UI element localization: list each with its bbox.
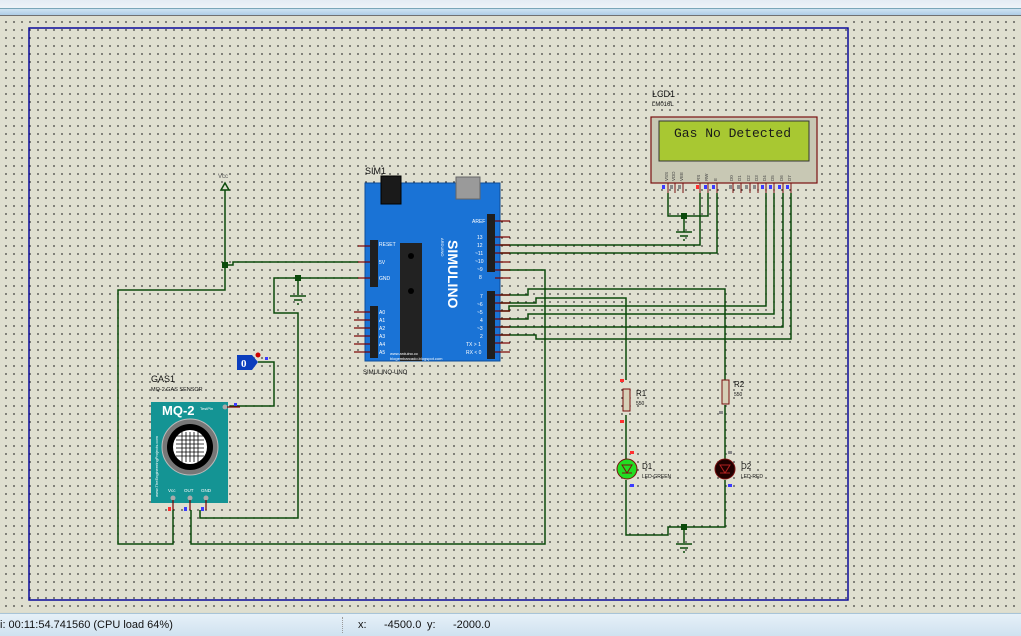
svg-text:~3: ~3	[477, 326, 483, 332]
svg-text:A2: A2	[379, 326, 385, 332]
svg-text:D1: D1	[737, 175, 742, 181]
toolbar-strip	[0, 9, 1021, 16]
svg-text:~5: ~5	[477, 310, 483, 316]
y-coord-value: -2000.0	[453, 619, 491, 631]
svg-text:GND: GND	[379, 276, 391, 282]
arduino-simulino-uno[interactable]: SIM1 SIMULINO ARDUINO RESET 5V GND A0 A1…	[354, 166, 510, 376]
lcd-ref: LCD1	[652, 89, 675, 99]
lcd-part: LM016L	[652, 102, 674, 108]
gas-title: MQ-2	[162, 403, 195, 418]
svg-text:D3: D3	[754, 175, 759, 181]
arduino-ref: SIM1	[365, 166, 386, 176]
svg-text:R2: R2	[734, 380, 745, 389]
gas-part: MQ-2 GAS SENSOR	[151, 387, 203, 393]
svg-text:D6: D6	[779, 175, 784, 181]
svg-text:~6: ~6	[477, 302, 483, 308]
svg-text:~10: ~10	[475, 259, 484, 265]
svg-text:TX > 1: TX > 1	[466, 342, 481, 348]
status-separator	[342, 617, 345, 633]
arduino-part: SIMULINO-UNO	[363, 370, 408, 376]
x-coord-label: x:	[358, 619, 367, 631]
svg-text:E: E	[713, 178, 718, 181]
svg-text:LED-GREEN: LED-GREEN	[642, 474, 672, 480]
svg-text:OUT: OUT	[184, 488, 194, 493]
resistor-r2[interactable]: R2 550	[719, 379, 745, 414]
svg-text:D5: D5	[770, 175, 775, 181]
status-bar: i: 00:11:54.741560 (CPU load 64%) x: -45…	[0, 613, 1021, 636]
svg-text:TestPin: TestPin	[200, 406, 213, 411]
svg-text:D4: D4	[762, 175, 767, 181]
logic-state-value: 0	[241, 358, 247, 370]
svg-text:R1: R1	[636, 389, 647, 398]
svg-text:~11: ~11	[475, 251, 483, 257]
svg-text:D2: D2	[741, 462, 752, 471]
svg-text:AREF: AREF	[472, 219, 485, 225]
usb-port	[455, 176, 481, 200]
svg-text:A4: A4	[379, 342, 385, 348]
svg-text:D1: D1	[642, 462, 653, 471]
svg-text:550: 550	[636, 401, 645, 407]
gas-sensor-mq2[interactable]: GAS1 MQ-2 GAS SENSOR MQ-2 TestPin www.Th…	[151, 374, 240, 511]
svg-text:2: 2	[480, 334, 483, 340]
svg-text:A0: A0	[379, 310, 385, 316]
svg-text:550: 550	[734, 392, 743, 398]
gas-ref: GAS1	[151, 374, 175, 384]
svg-text:LED-RED: LED-RED	[741, 474, 763, 480]
svg-text:A1: A1	[379, 318, 385, 324]
svg-text:VEE: VEE	[679, 172, 684, 181]
svg-text:Vcc: Vcc	[168, 488, 176, 493]
svg-text:blogembarcado.blogspot.com: blogembarcado.blogspot.com	[390, 356, 443, 361]
svg-text:A5: A5	[379, 350, 385, 356]
svg-text:A3: A3	[379, 334, 385, 340]
svg-text:5V: 5V	[379, 260, 386, 266]
schematic-canvas[interactable]: Vcc LCD1 LM016L Gas No Detected VSS VDD …	[0, 16, 1021, 612]
svg-text:VDD: VDD	[671, 171, 676, 181]
y-coord-label: y:	[427, 619, 436, 631]
resistor-r1[interactable]: R1 550	[620, 379, 647, 423]
svg-text:RS: RS	[696, 175, 701, 181]
led-d2-red[interactable]: D2 LED-RED	[714, 451, 763, 487]
lcd-display[interactable]: LCD1 LM016L Gas No Detected VSS VDD VEE …	[650, 89, 818, 193]
vcc-terminal[interactable]: Vcc	[218, 174, 231, 191]
led-d1-green[interactable]: D1 LED-GREEN	[616, 451, 672, 487]
svg-text:VSS: VSS	[664, 172, 669, 181]
atmega-chip	[400, 243, 422, 361]
svg-text:RW: RW	[704, 173, 709, 181]
svg-text:8: 8	[479, 275, 482, 281]
svg-text:www.TheEngineeringProjects.com: www.TheEngineeringProjects.com	[154, 435, 159, 497]
svg-text:ARDUINO: ARDUINO	[440, 238, 445, 256]
svg-text:7: 7	[480, 294, 483, 300]
svg-text:RESET: RESET	[379, 242, 396, 248]
svg-text:12: 12	[477, 243, 483, 249]
lcd-pin-state-markers	[662, 185, 789, 189]
svg-text:D7: D7	[787, 175, 792, 181]
svg-text:D0: D0	[729, 175, 734, 181]
power-jack	[380, 175, 402, 205]
lcd-text: Gas No Detected	[674, 126, 791, 141]
svg-text:13: 13	[477, 235, 483, 241]
svg-text:~9: ~9	[477, 267, 483, 273]
svg-text:GND: GND	[201, 488, 212, 493]
schematic: Vcc LCD1 LM016L Gas No Detected VSS VDD …	[28, 27, 849, 601]
vcc-label: Vcc	[218, 174, 228, 180]
arduino-brand: SIMULINO	[445, 240, 461, 309]
x-coord-value: -4500.0	[384, 619, 422, 631]
svg-text:D2: D2	[746, 175, 751, 181]
simulation-time: i: 00:11:54.741560 (CPU load 64%)	[0, 619, 173, 631]
svg-text:RX < 0: RX < 0	[466, 350, 482, 356]
svg-text:4: 4	[480, 318, 483, 324]
window-title-bar	[0, 0, 1021, 9]
